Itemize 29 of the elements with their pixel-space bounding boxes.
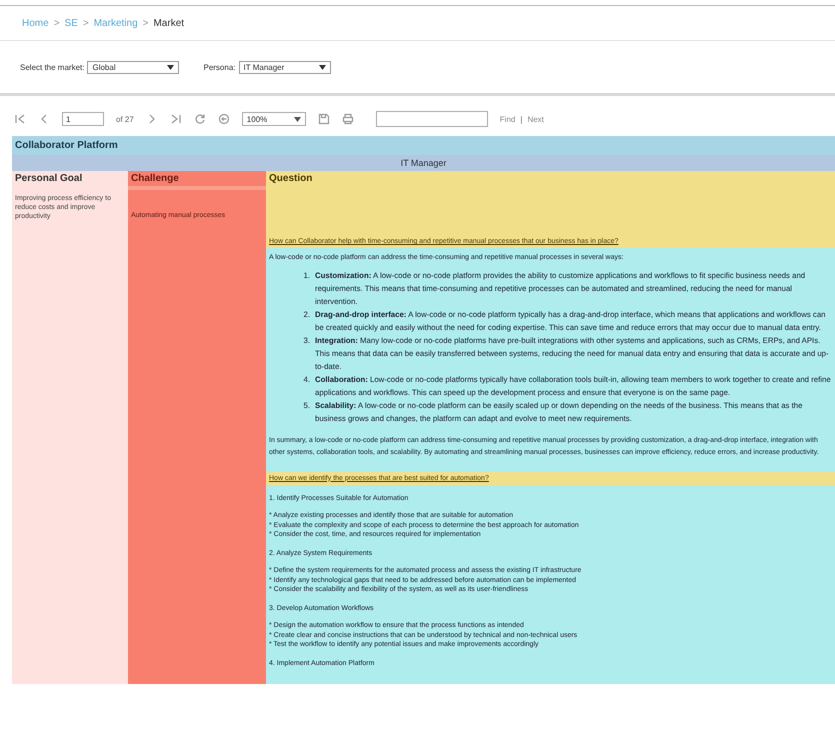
breadcrumb-separator: > bbox=[82, 18, 89, 28]
caret-icon bbox=[167, 64, 174, 70]
column-header: Question bbox=[266, 171, 835, 190]
filter-label: Select the market: bbox=[20, 62, 84, 72]
caret-icon bbox=[318, 64, 326, 70]
link-divider: | bbox=[520, 114, 522, 124]
filter-label: Persona: bbox=[203, 62, 236, 72]
filter-dropdown[interactable]: IT Manager bbox=[238, 60, 331, 74]
last-page-icon[interactable] bbox=[170, 113, 182, 125]
column-header: Challenge bbox=[128, 171, 266, 190]
caret-icon bbox=[294, 116, 301, 122]
column-header: Personal Goal bbox=[12, 171, 128, 190]
refresh-icon[interactable] bbox=[194, 113, 206, 125]
page-input[interactable]: 1 bbox=[62, 112, 104, 126]
zoom-dropdown[interactable]: 100% bbox=[242, 112, 306, 126]
print-icon[interactable] bbox=[342, 113, 354, 125]
find-field[interactable] bbox=[376, 111, 488, 127]
breadcrumb-separator: > bbox=[142, 18, 148, 28]
persona-heading: IT Manager bbox=[12, 155, 835, 171]
back-icon[interactable] bbox=[218, 113, 230, 125]
page-count: of 27 bbox=[116, 114, 134, 124]
next-link[interactable]: Next bbox=[527, 114, 544, 124]
report-title: Collaborator Platform bbox=[12, 136, 835, 155]
filter-dropdown[interactable]: Global bbox=[87, 60, 180, 74]
first-page-icon[interactable] bbox=[14, 113, 26, 125]
breadcrumb-separator: > bbox=[54, 18, 60, 28]
breadcrumb-current: Market bbox=[153, 18, 184, 28]
find-link[interactable]: Find bbox=[500, 114, 516, 124]
save-dropdown-icon[interactable] bbox=[318, 113, 330, 125]
